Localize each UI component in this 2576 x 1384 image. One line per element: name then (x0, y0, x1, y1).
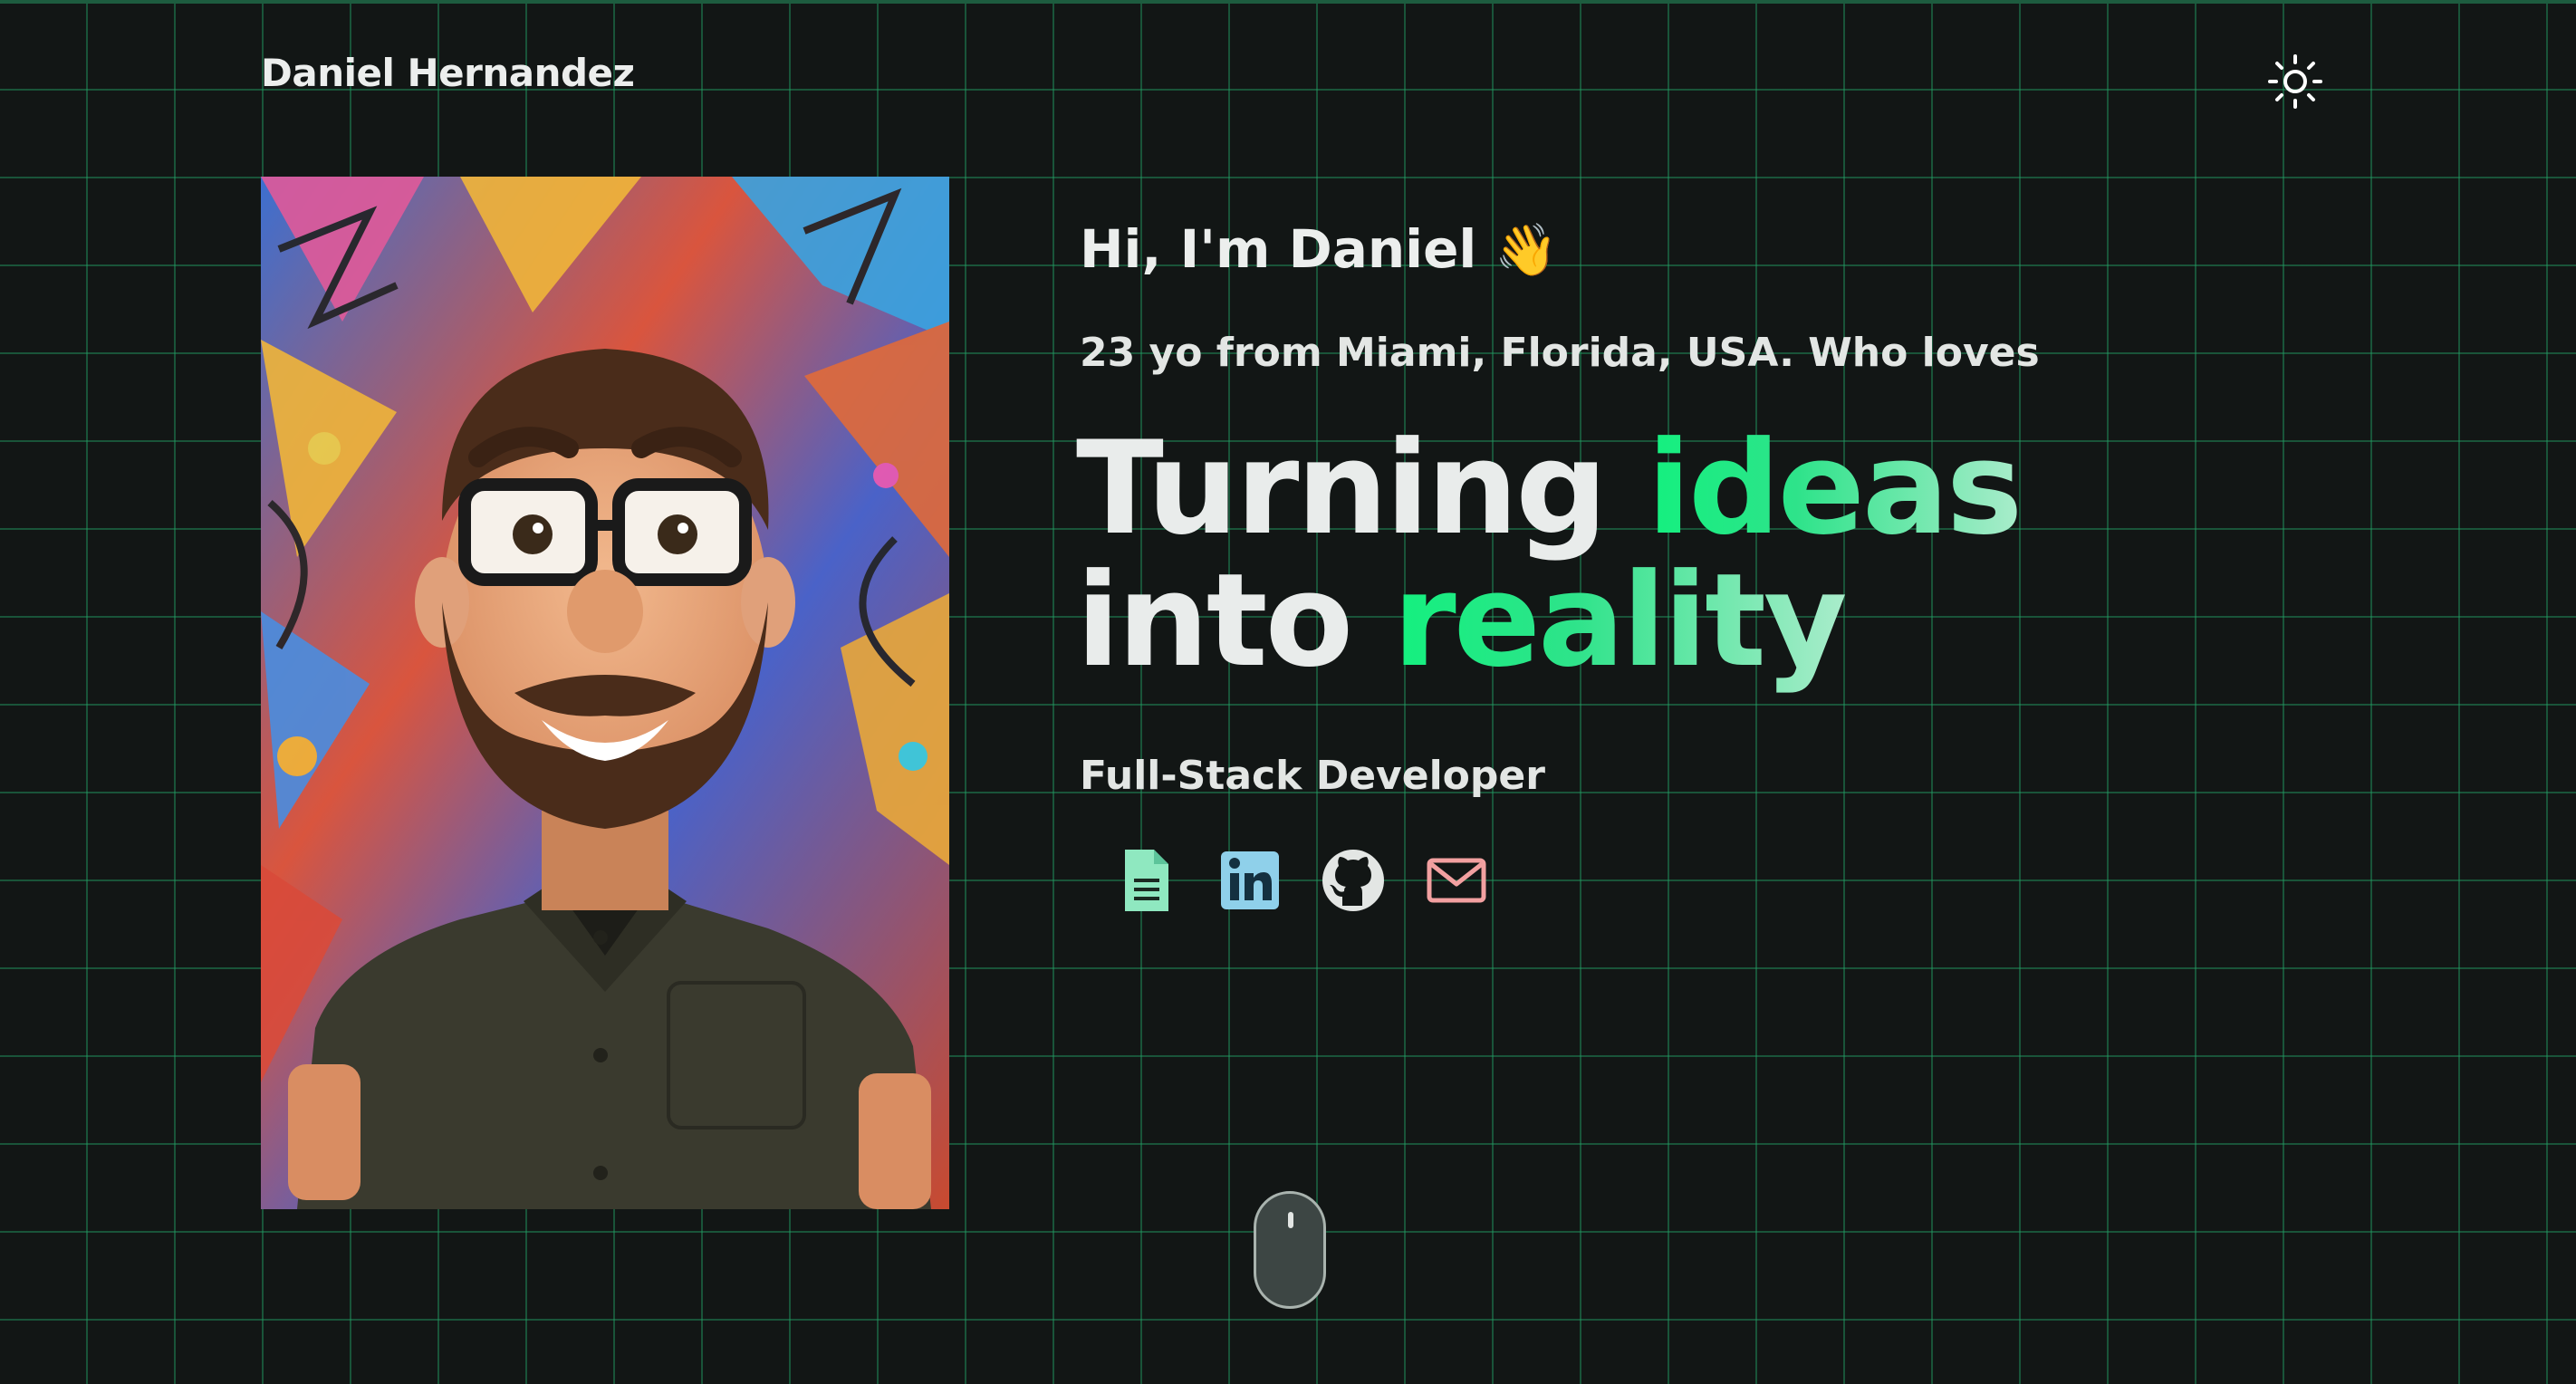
theme-toggle-button[interactable] (2263, 49, 2328, 114)
mail-icon (1427, 858, 1486, 903)
github-icon (1322, 850, 1384, 911)
headline-highlight-ideas: ideas (1647, 414, 2023, 563)
waving-hand-icon: 👋 (1495, 221, 1559, 280)
headline: Turning ideas into reality (1076, 423, 2167, 687)
greeting-heading: Hi, I'm Daniel 👋 (1080, 208, 2167, 292)
linkedin-icon (1221, 851, 1279, 909)
headline-word-turning: Turning (1076, 414, 1608, 563)
mouse-scroll-icon (1288, 1212, 1293, 1228)
resume-document-icon (1125, 850, 1168, 911)
tagline: 23 yo from Miami, Florida, USA. Who love… (1080, 330, 2040, 376)
resume-link[interactable] (1112, 846, 1181, 915)
role-title: Full-Stack Developer (1080, 753, 1545, 799)
linkedin-link[interactable] (1216, 846, 1284, 915)
social-links (1112, 846, 2167, 915)
greeting-text: Hi, I'm Daniel (1080, 218, 1477, 280)
scroll-down-indicator[interactable] (1254, 1191, 1326, 1309)
github-link[interactable] (1319, 846, 1388, 915)
avatar-portrait-image (261, 177, 949, 1209)
brand-name[interactable]: Daniel Hernandez (261, 51, 635, 95)
headline-highlight-reality: reality (1392, 546, 1848, 696)
top-border (0, 0, 2576, 4)
email-link[interactable] (1422, 846, 1491, 915)
sun-icon (2268, 54, 2322, 109)
headline-word-into: into (1076, 546, 1353, 696)
profile-portrait (261, 177, 949, 1209)
hero-section: Hi, I'm Daniel 👋 23 yo from Miami, Florid… (1076, 208, 2167, 915)
